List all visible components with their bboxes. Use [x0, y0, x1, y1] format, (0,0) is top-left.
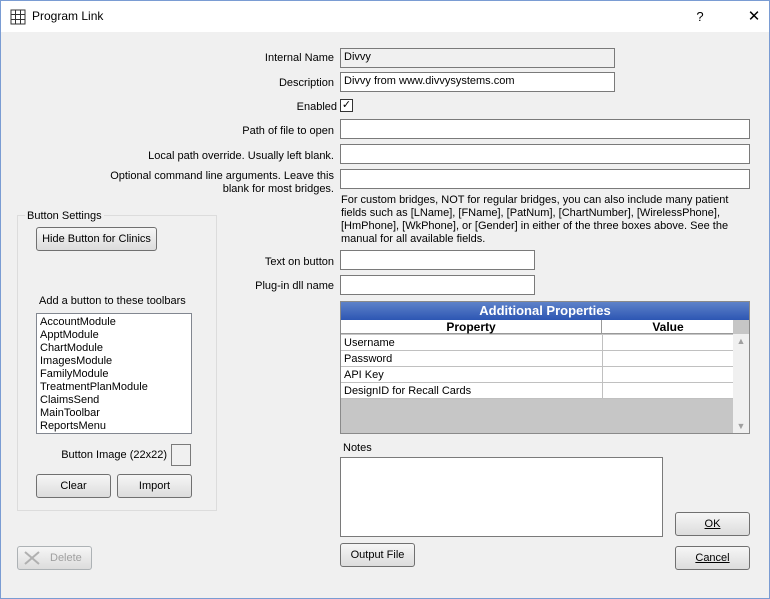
property-cell: Password — [344, 353, 393, 365]
column-header-property[interactable]: Property — [341, 320, 602, 334]
title-bar[interactable]: Program Link ? ✕ — [1, 1, 769, 32]
list-item[interactable]: ReportsMenu — [40, 420, 188, 433]
program-link-dialog: Program Link ? ✕ Internal Name Divvy Des… — [0, 0, 770, 599]
local-path-field[interactable] — [340, 144, 750, 164]
close-button[interactable]: ✕ — [743, 7, 765, 27]
import-button[interactable]: Import — [117, 474, 192, 498]
value-cell[interactable] — [602, 335, 733, 351]
cmd-args-label-line2: blank for most bridges. — [222, 183, 334, 195]
plugin-dll-field[interactable] — [340, 275, 535, 295]
text-on-button-label: Text on button — [264, 256, 334, 268]
notes-textarea[interactable] — [340, 457, 663, 537]
button-settings-title: Button Settings — [25, 210, 104, 222]
bridge-fields-note: For custom bridges, NOT for regular brid… — [341, 194, 729, 245]
delete-button[interactable]: Delete — [17, 546, 92, 570]
list-item[interactable]: AccountModule — [40, 316, 188, 329]
button-image-label: Button Image (22x22) — [61, 449, 167, 461]
column-header-value[interactable]: Value — [603, 320, 733, 334]
property-cell: Username — [344, 337, 395, 349]
notes-label: Notes — [343, 442, 372, 454]
window-title: Program Link — [32, 9, 104, 23]
property-cell: API Key — [344, 369, 384, 381]
table-row[interactable]: DesignID for Recall Cards — [341, 383, 733, 399]
list-item[interactable]: TreatmentPlanModule — [40, 381, 188, 394]
table-row[interactable]: Username — [341, 335, 733, 351]
internal-name-field[interactable]: Divvy — [340, 48, 615, 68]
button-image-preview — [171, 444, 191, 466]
plugin-dll-label: Plug-in dll name — [255, 280, 334, 292]
cancel-button[interactable]: Cancel — [675, 546, 750, 570]
enabled-label: Enabled — [296, 101, 337, 113]
cmd-args-field[interactable] — [340, 169, 750, 189]
list-item[interactable]: MainToolbar — [40, 407, 188, 420]
value-cell[interactable] — [602, 383, 733, 399]
delete-x-icon — [24, 551, 40, 565]
grid-title: Additional Properties — [341, 302, 749, 320]
path-field[interactable] — [340, 119, 750, 139]
local-path-label: Local path override. Usually left blank. — [148, 150, 334, 162]
clear-button[interactable]: Clear — [36, 474, 111, 498]
toolbars-listbox[interactable]: AccountModule ApptModule ChartModule Ima… — [36, 313, 192, 434]
list-item[interactable]: ImagesModule — [40, 355, 188, 368]
enabled-checkbox[interactable]: ✓ — [340, 99, 353, 112]
description-label: Description — [278, 77, 334, 89]
table-row[interactable]: API Key — [341, 367, 733, 383]
grid-scrollbar[interactable]: ▲ ▼ — [733, 334, 749, 433]
additional-properties-grid: Additional Properties Property Value Use… — [340, 301, 750, 434]
grid-rows: Username Password API Key DesignID for R… — [341, 335, 733, 399]
hide-button-for-clinics-button[interactable]: Hide Button for Clinics — [36, 227, 157, 251]
cmd-args-label-line1: Optional command line arguments. Leave t… — [110, 170, 334, 182]
grid-header: Property Value — [341, 320, 733, 334]
output-file-button[interactable]: Output File — [340, 543, 415, 567]
grid-icon — [10, 9, 26, 25]
description-field[interactable]: Divvy from www.divvysystems.com — [340, 72, 615, 92]
path-label: Path of file to open — [242, 125, 334, 137]
help-button[interactable]: ? — [691, 7, 709, 27]
scroll-down-icon[interactable]: ▼ — [733, 419, 749, 433]
list-item[interactable]: FamilyModule — [40, 368, 188, 381]
internal-name-label: Internal Name — [264, 52, 334, 64]
delete-label: Delete — [50, 552, 82, 564]
toolbars-label: Add a button to these toolbars — [39, 295, 186, 307]
value-cell[interactable] — [602, 367, 733, 383]
list-item[interactable]: ApptModule — [40, 329, 188, 342]
list-item[interactable]: ClaimsSend — [40, 394, 188, 407]
property-cell: DesignID for Recall Cards — [344, 385, 472, 397]
ok-button[interactable]: OK — [675, 512, 750, 536]
scroll-up-icon[interactable]: ▲ — [733, 334, 749, 348]
text-on-button-field[interactable] — [340, 250, 535, 270]
table-row[interactable]: Password — [341, 351, 733, 367]
value-cell[interactable] — [602, 351, 733, 367]
list-item[interactable]: ChartModule — [40, 342, 188, 355]
